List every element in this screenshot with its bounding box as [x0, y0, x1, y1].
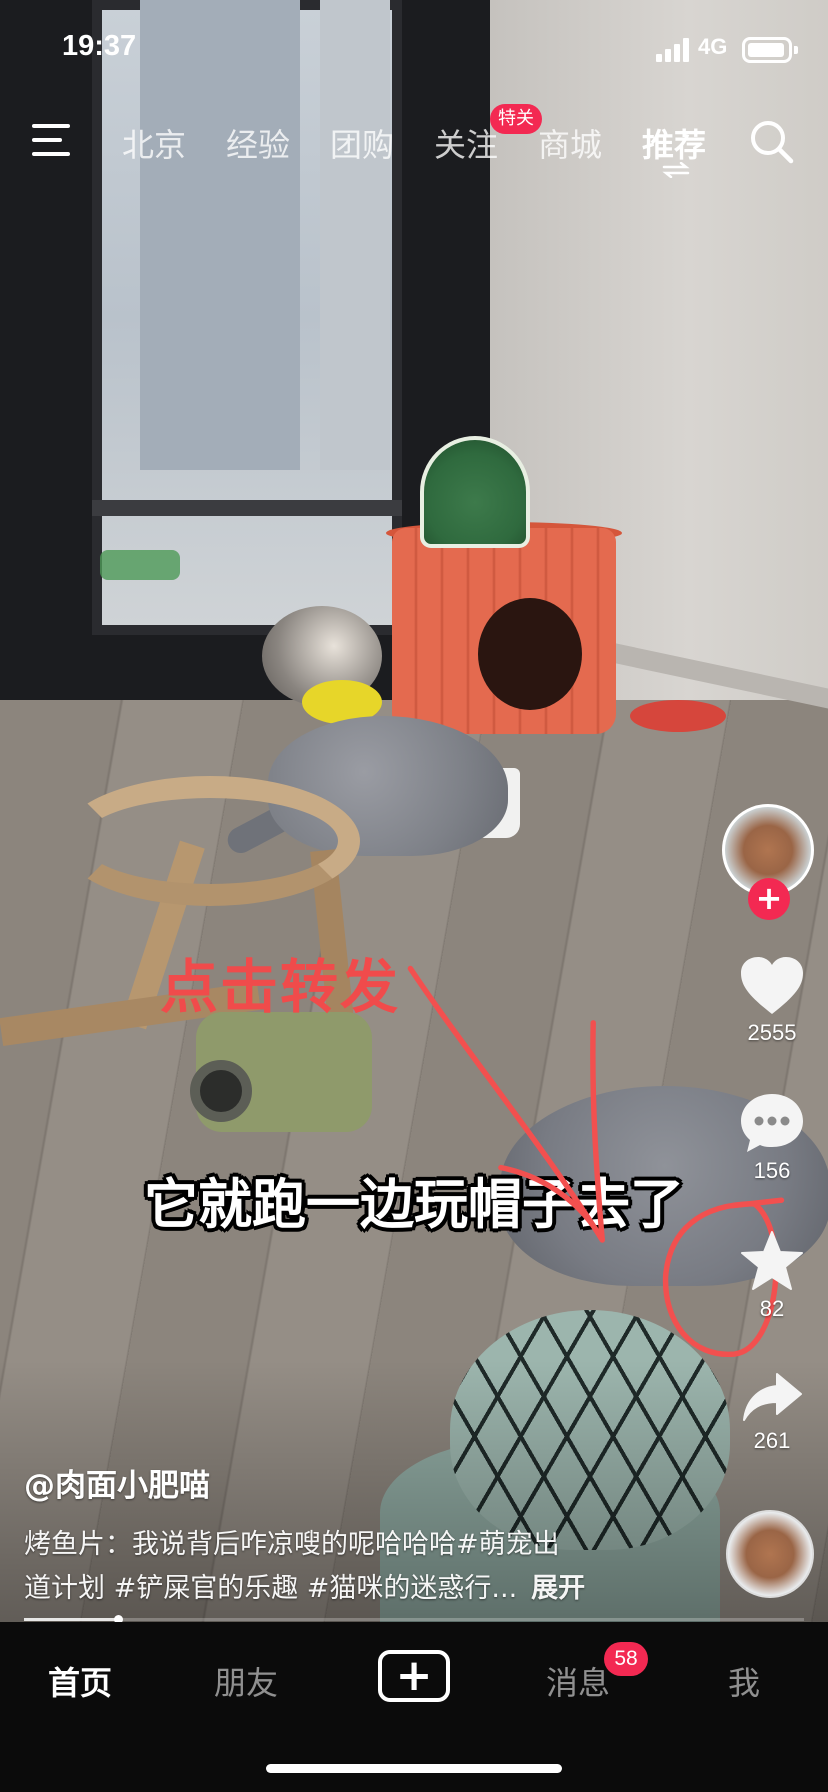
like-button[interactable]: 2555 — [716, 956, 828, 1046]
annotation-label: 点击转发 — [160, 953, 401, 1021]
like-count: 2555 — [747, 1020, 797, 1045]
comment-count: 156 — [753, 1158, 791, 1183]
video-caption: @肉面小肥喵 烤鱼片：我说背后咋凉嗖的呢哈哈哈#萌宠出 道计划 #铲屎官的乐趣 … — [24, 1460, 664, 1611]
star-icon — [741, 1231, 803, 1290]
messages-badge: 58 — [604, 1642, 648, 1676]
music-disc[interactable] — [726, 1510, 814, 1598]
video-frame-fish-toy — [630, 700, 726, 732]
top-nav: 北京 经验 团购 关注 特关 商城 推荐 — [0, 104, 828, 178]
video-player[interactable] — [0, 0, 828, 1622]
caption-text: 烤鱼片：我说背后咋凉嗖的呢哈哈哈#萌宠出 道计划 #铲屎官的乐趣 #猫咪的迷惑行… — [24, 1523, 664, 1611]
favorite-count: 82 — [759, 1296, 785, 1321]
tab-beijing[interactable]: 北京 — [122, 120, 186, 166]
status-bar: 19:37 4G — [0, 0, 828, 100]
following-badge: 特关 — [490, 104, 542, 134]
video-frame-cat-house-hole — [478, 598, 582, 710]
author-name[interactable]: @肉面小肥喵 — [24, 1460, 664, 1505]
switch-arrows-icon — [662, 162, 690, 178]
share-icon — [743, 1373, 802, 1421]
caption-line: 道计划 #铲屎官的乐趣 #猫咪的迷惑行... — [24, 1573, 518, 1604]
comment-button[interactable]: 156 — [716, 1092, 828, 1184]
plus-icon: + — [755, 879, 783, 917]
share-button[interactable]: 261 — [716, 1372, 828, 1454]
video-frame-leaf — [420, 436, 530, 548]
tab-me[interactable]: 我 — [728, 1658, 760, 1704]
battery-icon — [742, 37, 798, 63]
caption-line: 烤鱼片：我说背后咋凉嗖的呢哈哈哈#萌宠出 — [24, 1529, 560, 1560]
network-type: 4G — [698, 34, 728, 59]
search-icon[interactable] — [748, 118, 796, 166]
tab-mall[interactable]: 商城 — [538, 120, 602, 166]
tab-recommend[interactable]: 推荐 — [642, 120, 706, 166]
video-frame-rail — [92, 500, 402, 516]
tab-friends[interactable]: 朋友 — [214, 1658, 278, 1704]
tab-group-buy[interactable]: 团购 — [330, 120, 394, 166]
video-frame-chair — [60, 776, 360, 906]
tab-home[interactable]: 首页 — [48, 1658, 112, 1704]
tab-experience[interactable]: 经验 — [226, 120, 290, 166]
create-button[interactable]: + — [378, 1650, 450, 1702]
heart-icon — [741, 957, 803, 1014]
video-progress-bar[interactable] — [24, 1615, 804, 1624]
share-count: 261 — [753, 1428, 791, 1453]
video-frame-tray — [100, 550, 180, 580]
menu-icon[interactable] — [32, 124, 74, 158]
tab-following[interactable]: 关注 — [434, 120, 498, 166]
plus-icon: + — [395, 1650, 433, 1701]
caption-line-2: 道计划 #铲屎官的乐趣 #猫咪的迷惑行... 展开 — [24, 1567, 664, 1611]
expand-button[interactable]: 展开 — [531, 1573, 585, 1604]
comment-icon — [741, 1094, 803, 1152]
video-subtitle: 它就跑一边玩帽子去了 — [144, 1173, 684, 1236]
video-frame-car-wheel — [190, 1060, 252, 1122]
signal-icon — [656, 38, 690, 62]
follow-plus-button[interactable]: + — [748, 878, 790, 920]
video-progress-fill — [24, 1618, 118, 1621]
favorite-button[interactable]: 82 — [716, 1230, 828, 1322]
tab-messages[interactable]: 消息 — [546, 1658, 610, 1704]
home-indicator — [266, 1764, 562, 1773]
status-time: 19:37 — [62, 30, 137, 62]
